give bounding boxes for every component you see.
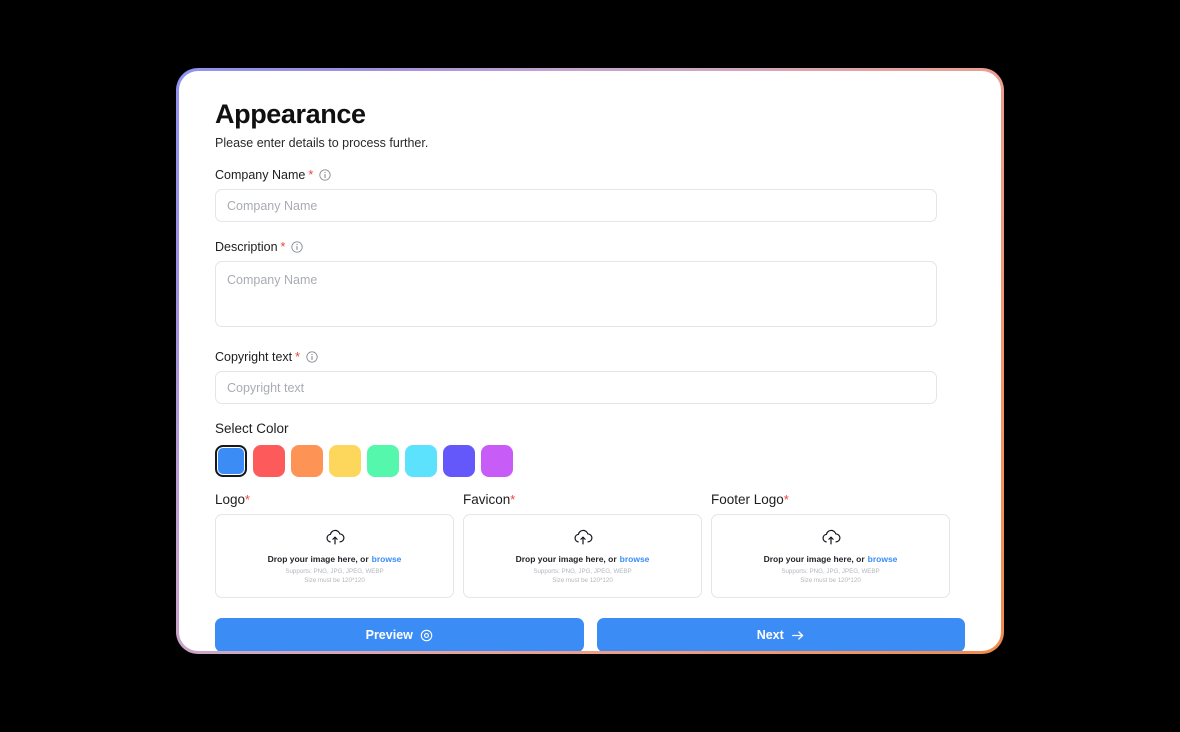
upload-label-text: Favicon [463, 492, 511, 507]
copyright-text-input[interactable] [215, 371, 937, 404]
color-swatch-mint[interactable] [367, 445, 399, 477]
preview-button-label: Preview [365, 628, 413, 642]
next-button-label: Next [756, 628, 784, 642]
dropzone-supports-text: Supports: PNG, JPG, JPEG, WEBP [285, 568, 384, 575]
upload-label-text: Logo [215, 492, 246, 507]
upload-label-favicon: Favicon* [463, 492, 702, 507]
color-swatch-red[interactable] [253, 445, 285, 477]
dropzone-size-text: Size must be 120*120 [800, 577, 861, 584]
action-buttons: Preview Next [215, 618, 965, 651]
upload-label-footer-logo: Footer Logo* [711, 492, 950, 507]
dropzone-supports-text: Supports: PNG, JPG, JPEG, WEBP [533, 568, 632, 575]
page-subtitle: Please enter details to process further. [215, 136, 429, 150]
dropzone-footer-logo[interactable]: Drop your image here, or browse Supports: … [711, 514, 950, 598]
description-textarea[interactable] [215, 261, 937, 327]
appearance-card: Appearance Please enter details to proce… [179, 71, 1001, 651]
gradient-border-frame: Appearance Please enter details to proce… [176, 68, 1004, 654]
dropzone-supports-text: Supports: PNG, JPG, JPEG, WEBP [781, 568, 880, 575]
required-asterisk: * [295, 350, 300, 364]
upload-group-footer-logo: Footer Logo* Drop your image here, or brow… [711, 492, 950, 598]
upload-group-favicon: Favicon* Drop your image here, or browse Su… [463, 492, 702, 598]
color-swatch-yellow[interactable] [329, 445, 361, 477]
page-title: Appearance [215, 99, 366, 129]
label-description-text: Description [215, 240, 278, 254]
dropzone-main-text: Drop your image here, or browse [268, 554, 402, 564]
color-swatch-blue[interactable] [215, 445, 247, 477]
preview-button[interactable]: Preview [215, 618, 584, 651]
required-asterisk: * [510, 493, 516, 507]
field-description: Description * [215, 240, 965, 332]
browse-link[interactable]: browse [372, 554, 402, 564]
arrow-right-icon [791, 629, 805, 642]
required-asterisk: * [308, 168, 314, 182]
color-swatch-cyan[interactable] [405, 445, 437, 477]
browse-link[interactable]: browse [868, 554, 898, 564]
color-swatch-row [215, 445, 965, 477]
upload-label-logo: Logo* [215, 492, 454, 507]
upload-label-text: Footer Logo [711, 492, 784, 507]
select-color-label: Select Color [215, 421, 289, 436]
label-company-name: Company Name * [215, 168, 965, 182]
color-swatch-indigo[interactable] [443, 445, 475, 477]
dropzone-drop-text: Drop your image here, or [515, 554, 617, 564]
info-icon[interactable] [319, 169, 331, 181]
dropzone-drop-text: Drop your image here, or [267, 554, 369, 564]
required-asterisk: * [280, 240, 286, 254]
dropzone-favicon[interactable]: Drop your image here, or browse Supports: … [463, 514, 702, 598]
required-asterisk: * [783, 493, 789, 507]
label-description: Description * [215, 240, 965, 254]
dropzone-logo[interactable]: Drop your image here, or browse Supports: … [215, 514, 454, 598]
dropzone-main-text: Drop your image here, or browse [516, 554, 650, 564]
label-copyright-text-text: Copyright text [215, 350, 293, 364]
dropzone-size-text: Size must be 120*120 [552, 577, 613, 584]
info-icon[interactable] [291, 241, 304, 253]
field-company-name: Company Name * [215, 168, 965, 222]
browse-link[interactable]: browse [620, 554, 650, 564]
color-swatch-magenta[interactable] [481, 445, 513, 477]
label-company-name-text: Company Name [215, 168, 306, 182]
label-copyright-text: Copyright text * [215, 350, 965, 364]
dropzone-drop-text: Drop your image here, or [763, 554, 865, 564]
color-swatch-orange[interactable] [291, 445, 323, 477]
dropzone-size-text: Size must be 120*120 [304, 577, 365, 584]
cloud-upload-icon [325, 528, 345, 546]
dropzone-main-text: Drop your image here, or browse [764, 554, 898, 564]
info-icon[interactable] [306, 351, 318, 363]
color-picker: Select Color [215, 421, 965, 477]
eye-icon [420, 629, 433, 642]
screen-background: Appearance Please enter details to proce… [0, 0, 1180, 732]
next-button[interactable]: Next [596, 618, 965, 651]
upload-row: Logo* Drop your image here, or browse Suppo… [215, 492, 965, 598]
company-name-input[interactable] [215, 189, 937, 222]
cloud-upload-icon [573, 528, 593, 546]
upload-group-logo: Logo* Drop your image here, or browse Suppo… [215, 492, 454, 598]
required-asterisk: * [245, 493, 250, 507]
field-copyright-text: Copyright text * [215, 350, 965, 404]
cloud-upload-icon [821, 528, 841, 546]
